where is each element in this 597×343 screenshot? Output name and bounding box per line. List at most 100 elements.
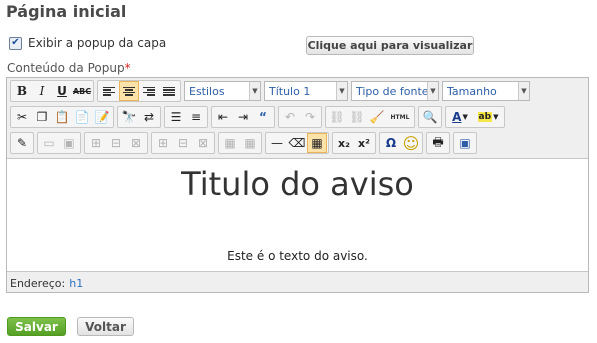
subscript-icon[interactable]: x₂ bbox=[334, 133, 354, 153]
bulleted-list-icon[interactable]: ☰ bbox=[166, 107, 186, 127]
paste-word-icon[interactable]: 📝 bbox=[92, 107, 112, 127]
numbered-list-icon[interactable]: ≡ bbox=[186, 107, 206, 127]
table-cols-group: ⊞ ⊟ ⊠ bbox=[151, 132, 215, 154]
preview-button[interactable]: Clique aqui para visualizar bbox=[306, 36, 474, 55]
popup-content-label: Conteúdo da Popup* bbox=[7, 61, 131, 75]
print-icon[interactable]: 🖶 bbox=[428, 133, 448, 153]
paste-text-icon[interactable]: 📄 bbox=[72, 107, 92, 127]
element-path-link[interactable]: h1 bbox=[69, 277, 83, 290]
underline-button[interactable]: U bbox=[52, 81, 72, 101]
format-select[interactable]: Título 1 ▼ bbox=[264, 81, 348, 101]
color-group: A ▼ ab ▼ bbox=[445, 106, 505, 128]
insert-column-icon[interactable]: ⊞ bbox=[153, 133, 173, 153]
eraser-icon[interactable]: ⌫ bbox=[287, 133, 307, 153]
clean-format-icon[interactable]: 🧹 bbox=[367, 107, 387, 127]
italic-button[interactable]: I bbox=[32, 81, 52, 101]
blockquote-icon[interactable]: “ bbox=[253, 107, 273, 127]
link-icon[interactable]: ⛓ bbox=[327, 107, 347, 127]
toolbar-row-2: ✂ ❐ 📋 📄 📝 🔭 ⇄ ☰ ≡ ⇤ ⇥ “ ↶ ↷ ⛓ ⛓ 🧹 HTML 🔍… bbox=[10, 106, 508, 128]
back-button[interactable]: Voltar bbox=[77, 317, 134, 336]
table-properties-icon[interactable]: ▦ bbox=[220, 133, 240, 153]
indent-icon[interactable]: ⇥ bbox=[233, 107, 253, 127]
justify-icon bbox=[163, 86, 175, 96]
undo-icon[interactable]: ↶ bbox=[280, 107, 300, 127]
alignment-group bbox=[97, 80, 181, 102]
paste-icon[interactable]: 📋 bbox=[52, 107, 72, 127]
indent-group: ⇤ ⇥ “ bbox=[211, 106, 275, 128]
show-popup-checkbox[interactable]: ✔ bbox=[9, 36, 22, 50]
split-cell-icon[interactable]: ⊠ bbox=[193, 133, 213, 153]
align-right-icon bbox=[143, 86, 155, 96]
popup-paragraph[interactable]: Este é o texto do aviso. bbox=[7, 249, 588, 263]
popup-heading[interactable]: Titulo do aviso bbox=[7, 165, 588, 203]
link-group: ⛓ ⛓ 🧹 HTML bbox=[325, 106, 415, 128]
delete-row-icon[interactable]: ⊟ bbox=[106, 133, 126, 153]
superscript-icon[interactable]: x² bbox=[354, 133, 374, 153]
text-color-icon[interactable]: A ▼ bbox=[447, 107, 473, 127]
chevron-down-icon: ▼ bbox=[518, 82, 529, 100]
table-props-group: ▦ ▦ bbox=[218, 132, 262, 154]
editor-content-area[interactable]: Titulo do aviso Este é o texto do aviso. bbox=[7, 158, 588, 272]
clipboard-group: ✂ ❐ 📋 📄 📝 bbox=[10, 106, 114, 128]
align-center-icon bbox=[123, 86, 135, 96]
status-label: Endereço: bbox=[10, 276, 66, 290]
styles-select[interactable]: Estilos ▼ bbox=[184, 81, 261, 101]
edit-form-icon[interactable]: ✎ bbox=[12, 133, 32, 153]
font-select[interactable]: Tipo de fonte ▼ bbox=[351, 81, 439, 101]
find-group: 🔭 ⇄ bbox=[117, 106, 161, 128]
chevron-down-icon: ▼ bbox=[249, 82, 260, 100]
preview-group: 🔍 bbox=[418, 106, 442, 128]
align-left-button[interactable] bbox=[99, 81, 119, 101]
align-center-button[interactable] bbox=[119, 81, 139, 101]
list-group: ☰ ≡ bbox=[164, 106, 208, 128]
show-popup-row: ✔ Exibir a popup da capa bbox=[9, 36, 166, 50]
insert-div-icon[interactable]: ▭ bbox=[39, 133, 59, 153]
form-group: ✎ bbox=[10, 132, 34, 154]
strikethrough-button[interactable]: ABC bbox=[72, 81, 92, 101]
cell-properties-icon[interactable]: ▦ bbox=[240, 133, 260, 153]
script-group: x₂ x² bbox=[332, 132, 376, 154]
align-right-button[interactable] bbox=[139, 81, 159, 101]
chevron-down-icon: ▼ bbox=[427, 82, 438, 100]
text-style-group: B I U ABC bbox=[10, 80, 94, 102]
redo-icon[interactable]: ↷ bbox=[300, 107, 320, 127]
special-char-icon[interactable]: Ω bbox=[381, 133, 401, 153]
toolbar-row-1: B I U ABC Estilos ▼ Título 1 ▼ Tipo de f… bbox=[10, 80, 530, 102]
symbol-group: Ω ☺ bbox=[379, 132, 423, 154]
maximize-group: ▣ bbox=[453, 132, 477, 154]
div-group: ▭ ▣ bbox=[37, 132, 81, 154]
page-title: Página inicial bbox=[6, 2, 127, 21]
html-source-icon[interactable]: HTML bbox=[387, 107, 413, 127]
smiley-icon[interactable]: ☺ bbox=[401, 133, 421, 153]
outdent-icon[interactable]: ⇤ bbox=[213, 107, 233, 127]
history-group: ↶ ↷ bbox=[278, 106, 322, 128]
align-left-icon bbox=[103, 86, 115, 96]
popup-content-label-text: Conteúdo da Popup bbox=[7, 61, 125, 75]
toolbar-row-3: ✎ ▭ ▣ ⊞ ⊟ ⊠ ⊞ ⊟ ⊠ ▦ ▦ — ⌫ ▦ x₂ x² Ω ☺ 🖶 … bbox=[10, 132, 480, 154]
copy-icon[interactable]: ❐ bbox=[32, 107, 52, 127]
chevron-down-icon: ▼ bbox=[336, 82, 347, 100]
cut-icon[interactable]: ✂ bbox=[12, 107, 32, 127]
horizontal-rule-icon[interactable]: — bbox=[267, 133, 287, 153]
rich-text-editor: B I U ABC Estilos ▼ Título 1 ▼ Tipo de f… bbox=[6, 77, 589, 293]
print-group: 🖶 bbox=[426, 132, 450, 154]
save-button[interactable]: Salvar bbox=[7, 317, 66, 336]
table-rows-group: ⊞ ⊟ ⊠ bbox=[84, 132, 148, 154]
bold-button[interactable]: B bbox=[12, 81, 32, 101]
unlink-icon[interactable]: ⛓ bbox=[347, 107, 367, 127]
replace-icon[interactable]: ⇄ bbox=[139, 107, 159, 127]
insert-row-icon[interactable]: ⊞ bbox=[86, 133, 106, 153]
edit-div-icon[interactable]: ▣ bbox=[59, 133, 79, 153]
merge-cells-icon[interactable]: ⊠ bbox=[126, 133, 146, 153]
editor-status-bar: Endereço: h1 bbox=[7, 274, 588, 292]
insert-table-icon[interactable]: ▦ bbox=[307, 133, 327, 153]
highlight-color-icon[interactable]: ab ▼ bbox=[473, 107, 503, 127]
justify-button[interactable] bbox=[159, 81, 179, 101]
maximize-icon[interactable]: ▣ bbox=[455, 133, 475, 153]
required-mark: * bbox=[124, 61, 131, 75]
size-select[interactable]: Tamanho ▼ bbox=[442, 81, 530, 101]
insert-group: — ⌫ ▦ bbox=[265, 132, 329, 154]
find-icon[interactable]: 🔭 bbox=[119, 107, 139, 127]
delete-column-icon[interactable]: ⊟ bbox=[173, 133, 193, 153]
preview-icon[interactable]: 🔍 bbox=[420, 107, 440, 127]
